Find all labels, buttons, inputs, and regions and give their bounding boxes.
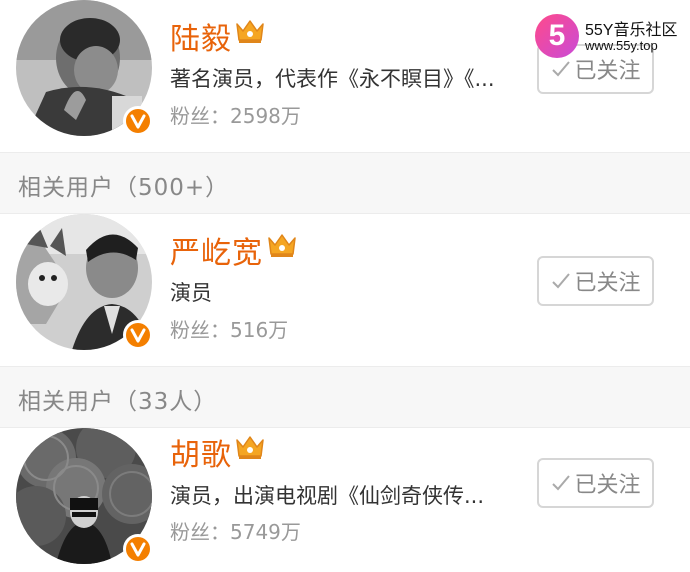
section-title: 相关用户（33人） [18, 389, 218, 415]
watermark: 5 55Y音乐社区 www.55y.top [535, 14, 685, 64]
user-name[interactable]: 严屹宽 [170, 228, 263, 272]
fan-count: 粉丝：516万 [170, 318, 289, 342]
crown-icon [236, 20, 264, 43]
crown-icon [236, 436, 264, 459]
section-title: 相关用户（500+） [18, 175, 230, 201]
user-name[interactable]: 陆毅 [170, 14, 232, 58]
check-icon [552, 273, 571, 289]
check-icon [552, 475, 571, 491]
user-card-2[interactable]: 严屹宽 演员 粉丝：516万 已关注 [0, 214, 690, 366]
section-header-related-users: 相关用户（33人） [0, 366, 690, 428]
user-card-3[interactable]: 胡歌 演员，出演电视剧《仙剑奇侠传... 粉丝：5749万 已关注 [0, 428, 690, 572]
verified-v-icon [123, 534, 153, 564]
watermark-title: 55Y音乐社区 [585, 22, 678, 39]
follow-label: 已关注 [574, 271, 641, 296]
watermark-logo: 5 [535, 14, 579, 58]
crown-icon [268, 234, 296, 257]
user-description: 著名演员，代表作《永不瞑目》《... [170, 67, 495, 91]
search-results-page: 陆毅 著名演员，代表作《永不瞑目》《... 粉丝：2598万 已关注 相关用户（… [0, 0, 690, 572]
verified-v-icon [123, 106, 153, 136]
follow-button[interactable]: 已关注 [537, 458, 654, 508]
section-header-related-users: 相关用户（500+） [0, 152, 690, 214]
watermark-url: www.55y.top [585, 38, 658, 53]
verified-v-icon [123, 320, 153, 350]
fan-count: 粉丝：2598万 [170, 104, 301, 128]
user-description: 演员，出演电视剧《仙剑奇侠传... [170, 484, 485, 508]
follow-label: 已关注 [574, 473, 641, 498]
fan-count: 粉丝：5749万 [170, 520, 301, 544]
user-name[interactable]: 胡歌 [170, 430, 232, 474]
user-description: 演员 [170, 281, 212, 305]
follow-button[interactable]: 已关注 [537, 256, 654, 306]
